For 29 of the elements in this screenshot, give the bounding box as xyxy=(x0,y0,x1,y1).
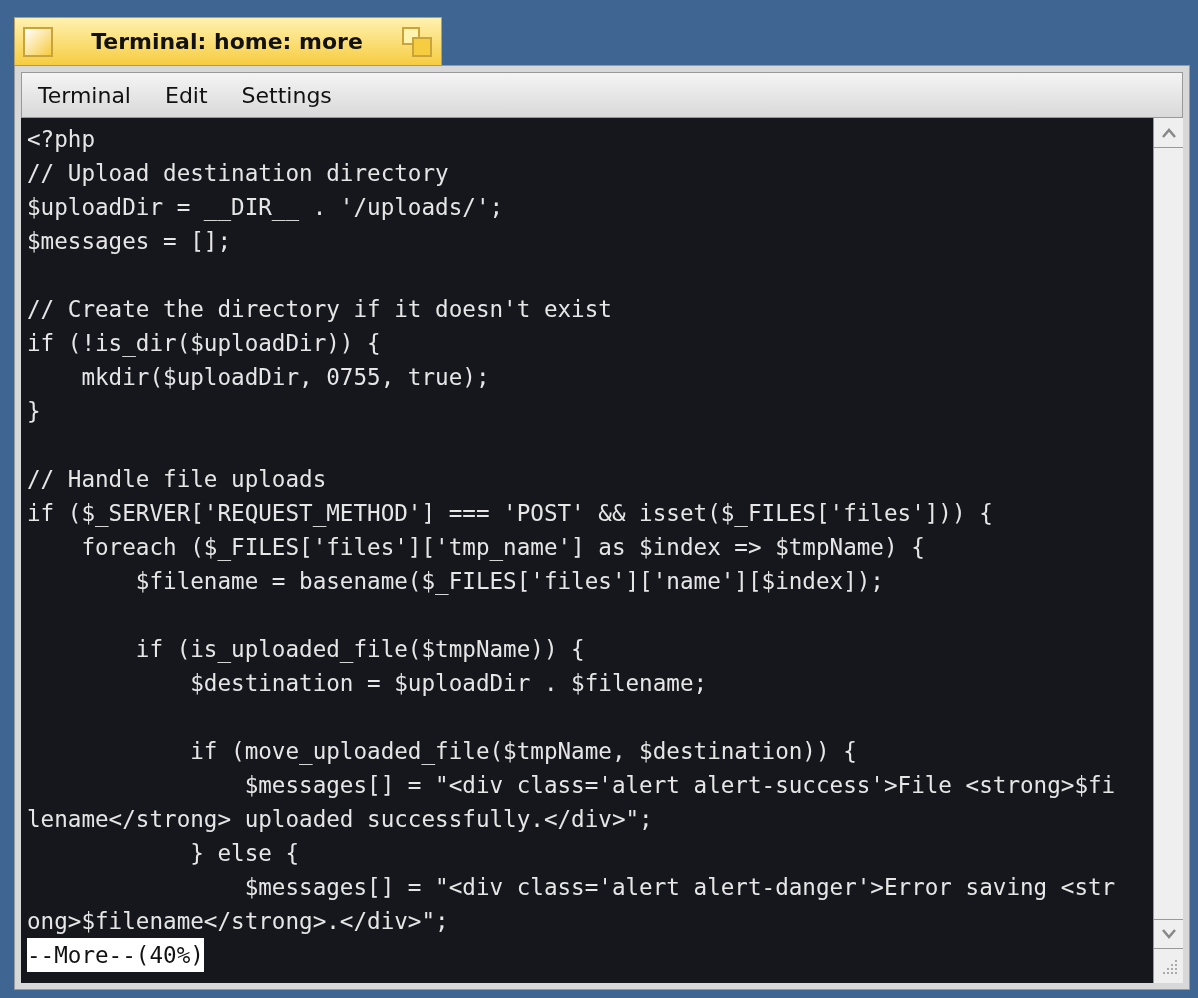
code-line: $filename = basename($_FILES['files']['name'][$index]); xyxy=(134,567,885,597)
code-line: foreach ($_FILES['files']['tmp_name'] as $index => $tmpName) { xyxy=(80,533,926,563)
code-line: lename</strong> uploaded successfully.</div>"; xyxy=(27,805,654,834)
code-line: } else { xyxy=(189,839,301,868)
scroll-down-icon[interactable] xyxy=(1161,929,1176,939)
code-line: } xyxy=(27,397,42,426)
menu-item[interactable]: Terminal xyxy=(38,78,131,112)
scroll-up-icon[interactable] xyxy=(1161,127,1176,138)
code-line: <?php xyxy=(27,125,96,154)
zoom-button[interactable] xyxy=(401,25,433,58)
code-line: $destination = $uploadDir . $filename; xyxy=(189,669,709,698)
code-line: // Upload destination directory xyxy=(27,159,450,188)
menu-item[interactable]: Edit xyxy=(165,78,208,112)
code-line: // Handle file uploads xyxy=(27,465,328,494)
window-title: Terminal: home: more xyxy=(90,28,364,56)
close-button[interactable] xyxy=(23,26,53,57)
code-line: mkdir($uploadDir, 0755, true); xyxy=(80,363,491,392)
code-line: $uploadDir = __DIR__ . '/uploads/'; xyxy=(27,193,505,223)
code-line: if (is_uploaded_file($tmpName)) { xyxy=(134,635,586,665)
code-line: $messages[] = "<div class='alert alert-success'>File <strong>$fi xyxy=(243,771,1117,800)
code-line: if (move_uploaded_file($tmpName, $destination)) { xyxy=(189,737,858,767)
code-line: $messages[] = "<div class='alert alert-danger'>Error saving <str xyxy=(243,873,1117,902)
code-line: // Create the directory if it doesn't exist xyxy=(27,295,613,324)
code-line: if (!is_dir($uploadDir)) { xyxy=(27,329,382,359)
code-line: ong>$filename</strong>.</div>"; xyxy=(27,907,450,936)
code-line: if ($_SERVER['REQUEST_METHOD'] === 'POST' && isset($_FILES['files'])) { xyxy=(27,499,994,529)
menu-item[interactable]: Settings xyxy=(241,78,332,112)
more-prompt: --More--(40%) xyxy=(27,938,204,972)
code-line: $messages = []; xyxy=(27,227,233,256)
